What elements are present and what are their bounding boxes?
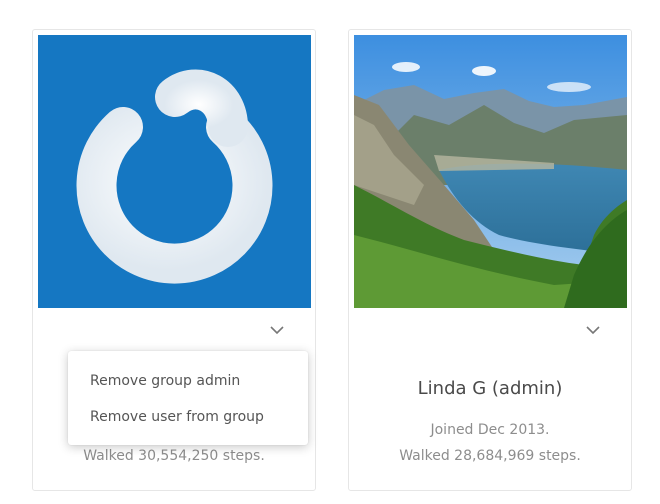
joined-date: Joined Dec 2013. bbox=[430, 422, 550, 438]
chevron-down-icon[interactable] bbox=[268, 322, 286, 336]
remove-group-admin-item[interactable]: Remove group admin bbox=[68, 363, 308, 399]
lake-mountain-photo bbox=[354, 35, 627, 308]
remove-user-from-group-item[interactable]: Remove user from group bbox=[68, 399, 308, 435]
power-logo-icon bbox=[38, 35, 311, 308]
member-actions-menu: Remove group admin Remove user from grou… bbox=[68, 351, 308, 445]
walked-steps: Walked 30,554,250 steps. bbox=[83, 448, 265, 464]
walked-steps: Walked 28,684,969 steps. bbox=[399, 448, 581, 464]
chevron-down-icon[interactable] bbox=[584, 322, 602, 336]
member-card: Linda G (admin) Joined Dec 2013. Walked … bbox=[348, 29, 632, 491]
member-name: Linda G (admin) bbox=[417, 378, 563, 399]
avatar bbox=[38, 35, 311, 308]
avatar bbox=[354, 35, 627, 308]
